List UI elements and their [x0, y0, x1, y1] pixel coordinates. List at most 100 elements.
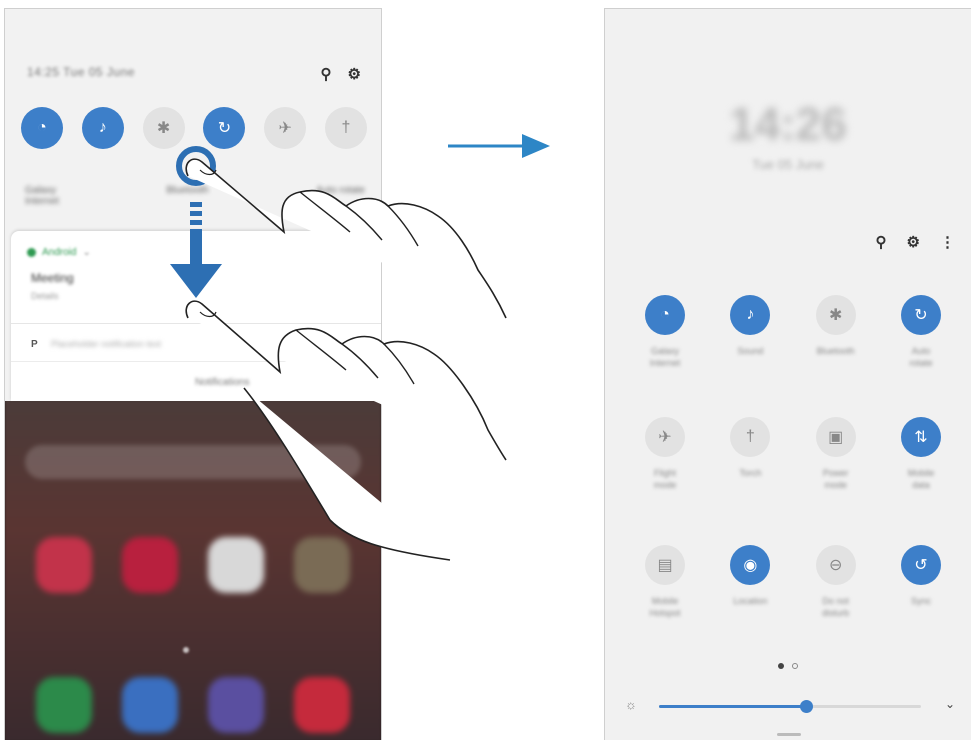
search-icon[interactable]: ⚲	[321, 65, 332, 83]
sound-toggle[interactable]: ♪	[730, 295, 771, 335]
wifi-icon: ◔	[37, 119, 47, 136]
flashlight-icon: †	[745, 428, 755, 445]
quick-setting-tile: ↺ Sync	[891, 545, 951, 619]
sound-toggle[interactable]: ♪	[81, 107, 124, 149]
airplane-toggle[interactable]: ✈	[645, 417, 685, 457]
messages-app-icon[interactable]	[122, 677, 178, 733]
phone-app-icon[interactable]	[36, 677, 92, 733]
brightness-fill	[659, 705, 806, 708]
clock: 14:26	[729, 98, 847, 150]
divider	[11, 361, 381, 362]
bluetooth-icon: ✱	[156, 120, 171, 137]
airplane-icon: ✈	[278, 120, 292, 137]
toggle-sublabel: Bluetooth	[166, 185, 209, 196]
notification-card[interactable]: Android ⌄ Meeting Details P Placeholder …	[11, 231, 381, 401]
search-icon[interactable]: ⚲	[876, 233, 887, 251]
bluetooth-toggle[interactable]: ✱	[815, 295, 856, 335]
galaxy-store-app-icon[interactable]	[36, 537, 92, 593]
power-mode-icon: ▣	[828, 429, 844, 446]
notification-prefix: P	[31, 339, 38, 350]
hotspot-icon: ▤	[657, 557, 673, 574]
app-row-1	[5, 537, 381, 593]
bluetooth-toggle[interactable]: ✱	[142, 107, 185, 149]
quick-setting-tile: ↻ Auto rotate	[891, 295, 951, 369]
brightness-slider[interactable]	[659, 700, 921, 713]
tile-label: Bluetooth	[816, 346, 855, 356]
quick-settings-row: ▤ Mobile Hotspot ◉ Location ⊖ Do not disturb ↺…	[623, 545, 963, 619]
tile-label: Torch	[739, 468, 762, 478]
wifi-icon: ◔	[660, 306, 670, 323]
settings-gear-icon[interactable]: ⚙	[907, 233, 920, 251]
more-options-icon[interactable]: ⋮	[940, 233, 955, 251]
location-toggle[interactable]: ◉	[730, 545, 771, 585]
chevron-down-icon[interactable]: ⌄	[945, 697, 955, 711]
chevron-down-icon[interactable]: ⌄	[82, 247, 90, 258]
notification-app-name: Android	[42, 247, 77, 258]
tile-label: Galaxy Internet	[649, 346, 681, 368]
tile-label: Auto rotate	[909, 346, 933, 368]
wifi-toggle[interactable]: ◔	[645, 295, 685, 335]
page-dot	[792, 663, 798, 669]
sync-icon: ↺	[914, 557, 928, 574]
settings-gear-icon[interactable]: ⚙	[348, 65, 361, 83]
page-indicator	[605, 663, 971, 669]
brightness-control: ☼ ⌄	[625, 697, 965, 717]
play-store-app-icon[interactable]	[208, 537, 264, 593]
sound-icon: ♪	[98, 119, 107, 136]
auto-rotate-toggle[interactable]: ↻	[900, 295, 941, 335]
quick-setting-tile: † Torch	[720, 417, 780, 491]
bluetooth-icon: ✱	[828, 307, 843, 324]
auto-rotate-icon: ↻	[914, 307, 928, 324]
notification-secondary-text: Placeholder notification text	[51, 339, 162, 349]
airplane-icon: ✈	[658, 429, 672, 446]
quick-toggle-row: ◔ ♪ ✱ ↻ ✈ †	[15, 107, 373, 149]
notification-title: Meeting	[31, 271, 74, 285]
quick-settings-row: ✈ Flight mode † Torch ▣ Power mode ⇅ Mobile dat…	[623, 417, 963, 491]
home-screen-background	[5, 389, 381, 740]
internet-app-icon[interactable]	[208, 677, 264, 733]
flashlight-toggle[interactable]: †	[324, 107, 367, 149]
quick-setting-tile: ▣ Power mode	[806, 417, 866, 491]
do-not-disturb-toggle[interactable]: ⊖	[815, 545, 856, 585]
auto-rotate-icon: ↻	[217, 120, 232, 137]
brightness-sun-icon: ☼	[625, 697, 637, 712]
flashlight-toggle[interactable]: †	[730, 417, 771, 457]
toggle-sublabel: Auto rotate	[316, 185, 365, 196]
date: Tue 05 June	[752, 157, 824, 172]
quick-setting-tile: ✈ Flight mode	[635, 417, 695, 491]
power-mode-toggle[interactable]: ▣	[815, 417, 856, 457]
gallery-app-icon[interactable]	[122, 537, 178, 593]
quick-setting-tile: ▤ Mobile Hotspot	[635, 545, 695, 619]
sync-toggle[interactable]: ↺	[900, 545, 941, 585]
tile-label: Mobile data	[907, 468, 935, 490]
do-not-disturb-icon: ⊖	[828, 557, 843, 574]
auto-rotate-toggle[interactable]: ↻	[203, 107, 246, 149]
quick-setting-tile: ◔ Galaxy Internet	[635, 295, 695, 369]
brightness-knob[interactable]	[799, 700, 813, 713]
tile-label: Power mode	[822, 468, 849, 490]
tile-label: Flight mode	[653, 468, 677, 490]
toggle-sublabel: Galaxy Internet	[25, 185, 59, 207]
android-app-icon	[27, 248, 36, 257]
status-datetime: 14:25 Tue 05 June	[27, 65, 135, 79]
tile-label: Sound	[737, 346, 764, 356]
flashlight-icon: †	[341, 119, 351, 136]
google-folder-app-icon[interactable]	[294, 537, 350, 593]
hotspot-toggle[interactable]: ▤	[645, 545, 685, 585]
location-icon: ◉	[743, 557, 758, 574]
quick-settings-row: ◔ Galaxy Internet ♪ Sound ✱ Bluetooth ↻ Auto ro…	[623, 295, 963, 369]
panel-handle[interactable]	[777, 733, 801, 736]
home-search-bar[interactable]	[25, 445, 361, 479]
airplane-toggle[interactable]: ✈	[264, 107, 307, 149]
wifi-toggle[interactable]: ◔	[21, 107, 63, 149]
quick-panel-top-icons: ⚲ ⚙ ⋮	[876, 233, 955, 251]
quick-toggle-sublabels: Galaxy Internet Bluetooth Auto rotate	[25, 185, 365, 207]
camera-app-icon[interactable]	[294, 677, 350, 733]
quick-setting-tile: ♪ Sound	[720, 295, 780, 369]
mobile-data-toggle[interactable]: ⇅	[900, 417, 941, 457]
tile-label: Mobile Hotspot	[649, 596, 681, 618]
notification-settings-link[interactable]: Notifications	[195, 377, 249, 388]
left-phone-screen: 14:25 Tue 05 June ⚲ ⚙ ◔ ♪ ✱ ↻ ✈ † Galaxy Inte…	[4, 8, 382, 740]
tutorial-canvas: 14:25 Tue 05 June ⚲ ⚙ ◔ ♪ ✱ ↻ ✈ † Galaxy Inte…	[0, 0, 971, 740]
quick-setting-tile: ◉ Location	[720, 545, 780, 619]
